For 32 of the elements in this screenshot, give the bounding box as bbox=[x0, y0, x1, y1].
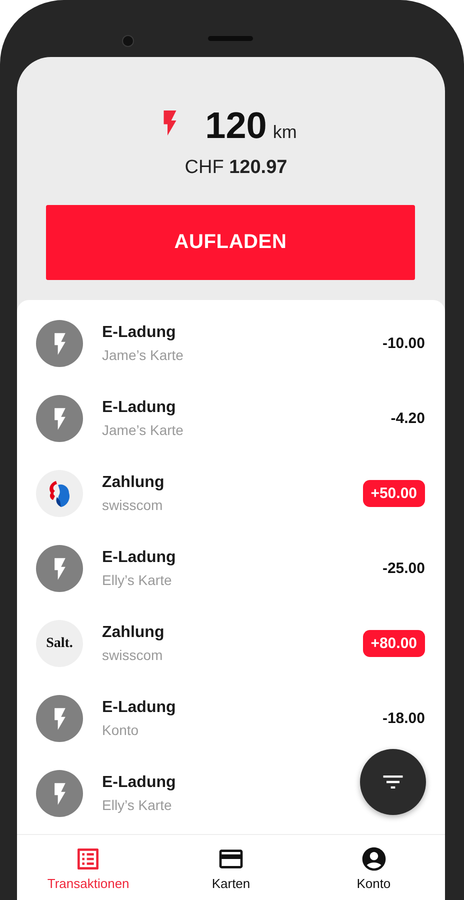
nav-tab[interactable]: Transaktionen bbox=[17, 835, 160, 900]
swisscom-logo-icon bbox=[46, 478, 72, 508]
balance-text: CHF 120.97 bbox=[184, 157, 288, 179]
transaction-title: E-Ladung bbox=[102, 549, 176, 567]
range-value: 120 bbox=[205, 105, 267, 147]
transaction-subtitle: Jame’s Karte bbox=[102, 347, 184, 363]
transaction-subtitle: swisscom bbox=[102, 497, 163, 513]
transaction-subtitle: Elly’s Karte bbox=[102, 797, 172, 813]
transaction-amount: -25.00 bbox=[382, 560, 425, 577]
nav-tab[interactable]: Karten bbox=[160, 835, 302, 900]
transaction-amount: -4.20 bbox=[390, 410, 425, 427]
transaction-amount: -18.00 bbox=[382, 710, 425, 727]
credit-amount: +50.00 bbox=[362, 480, 425, 507]
speaker-icon bbox=[208, 36, 253, 41]
transaction-subtitle: Konto bbox=[102, 722, 139, 738]
transaction-subtitle: Jame’s Karte bbox=[102, 422, 184, 438]
transaction-subtitle: swisscom bbox=[102, 647, 163, 663]
transaction-title: E-Ladung bbox=[102, 324, 176, 342]
credit-amount: +80.00 bbox=[362, 630, 425, 657]
transaction-title: Zahlung bbox=[102, 474, 164, 492]
transaction-title: E-Ladung bbox=[102, 399, 176, 417]
transaction-title: E-Ladung bbox=[102, 699, 176, 717]
range-unit: km bbox=[272, 122, 297, 143]
transaction-title: E-Ladung bbox=[102, 774, 176, 792]
account-icon bbox=[360, 845, 388, 873]
transaction-title: Zahlung bbox=[102, 624, 164, 642]
nav-tab[interactable]: Konto bbox=[302, 835, 445, 900]
transaction-amount: -10.00 bbox=[382, 335, 425, 352]
salt-logo: Salt. bbox=[46, 636, 73, 652]
transaction-subtitle: Elly’s Karte bbox=[102, 572, 172, 588]
topup-button[interactable]: AUFLADEN bbox=[46, 205, 415, 280]
camera-icon bbox=[122, 35, 134, 47]
